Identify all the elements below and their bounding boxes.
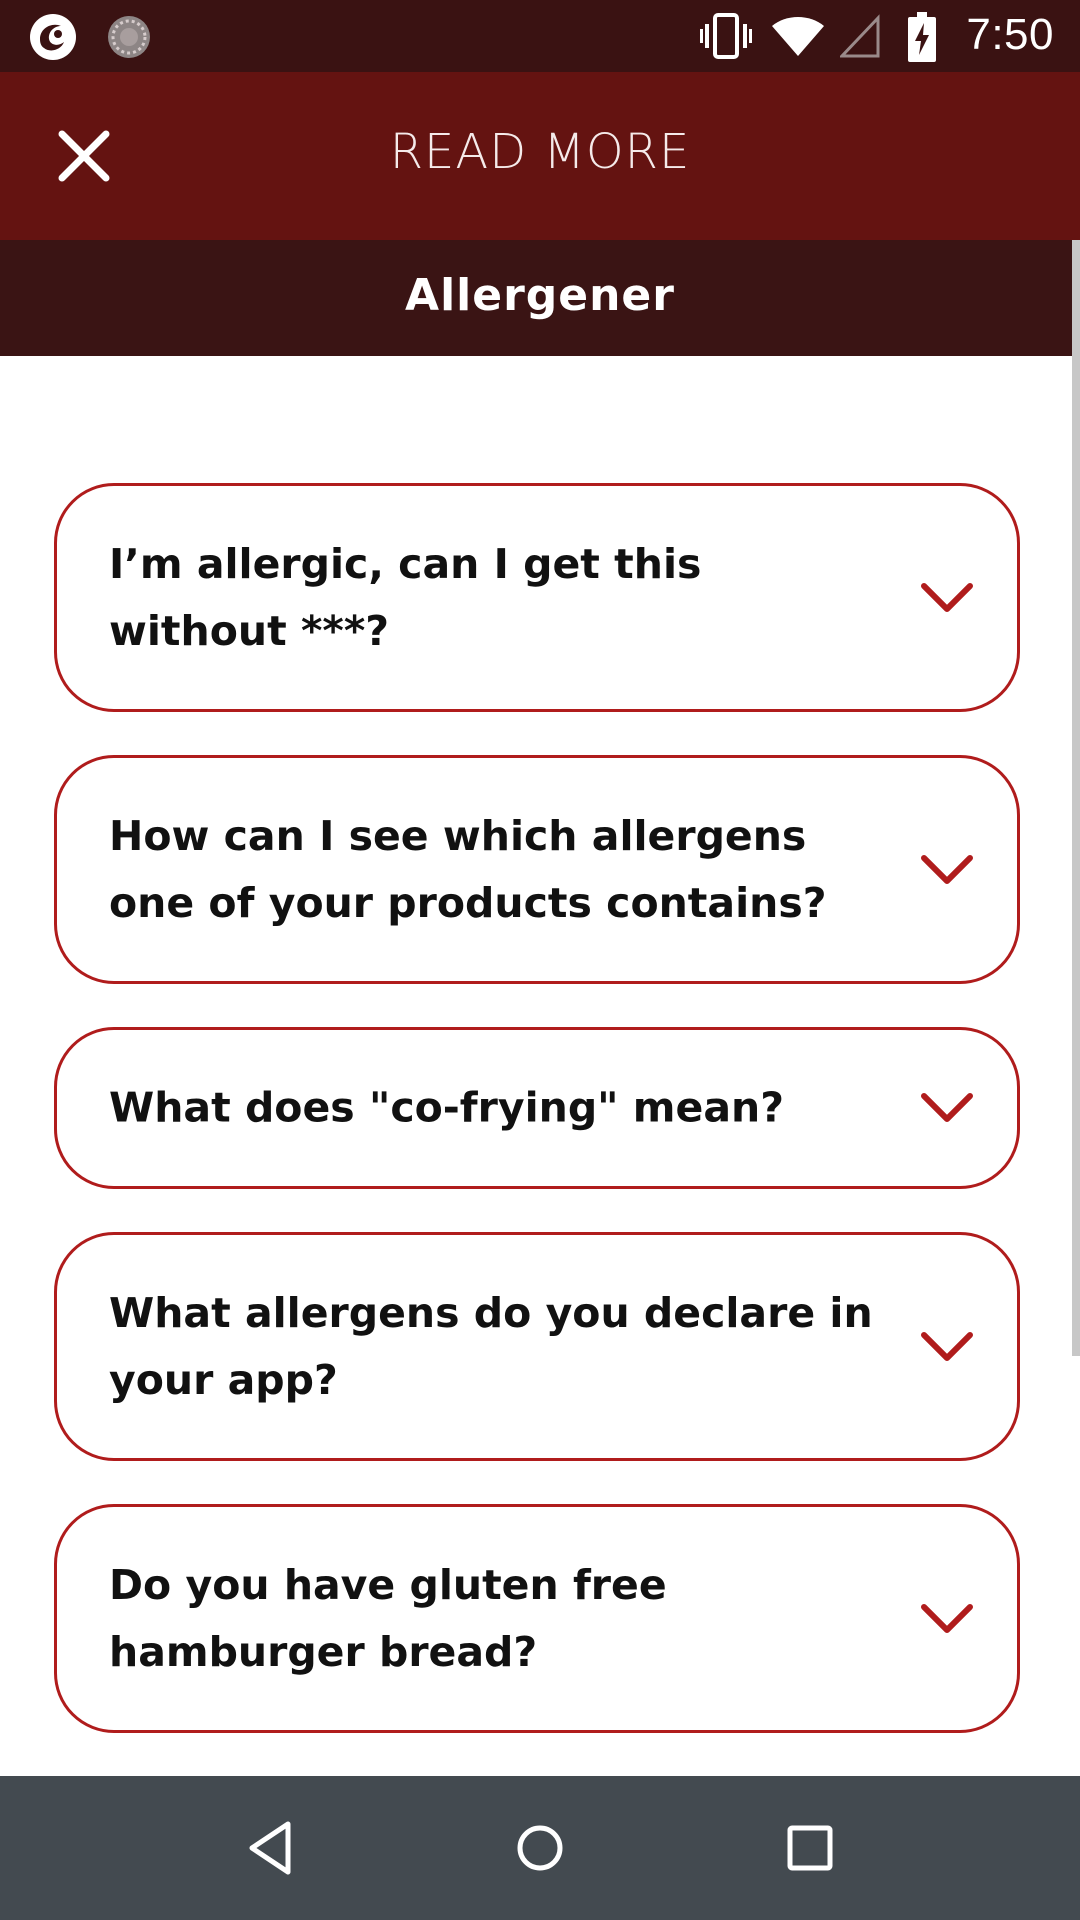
faq-question: What allergens do you declare in your ap… xyxy=(109,1288,873,1404)
back-icon[interactable] xyxy=(236,1814,304,1882)
section-title: Allergener xyxy=(405,270,675,321)
app-logo-icon xyxy=(30,14,76,60)
vibrate-icon xyxy=(700,13,752,59)
chevron-down-icon xyxy=(921,854,973,884)
wifi-icon xyxy=(772,17,824,56)
chevron-down-icon xyxy=(921,582,973,612)
home-icon[interactable] xyxy=(506,1814,574,1882)
status-time: 7:50 xyxy=(966,10,1054,59)
faq-item[interactable]: What does "co-frying" mean? xyxy=(54,1027,1020,1189)
faq-question: What does "co-frying" mean? xyxy=(109,1083,784,1132)
battery-charging-icon xyxy=(908,12,936,62)
status-bar: 7:50 xyxy=(0,0,1080,72)
faq-item[interactable]: I’m allergic, can I get this without ***… xyxy=(54,483,1020,712)
faq-question: I’m allergic, can I get this without ***… xyxy=(109,539,702,655)
faq-item[interactable]: Do you have gluten free hamburger bread? xyxy=(54,1504,1020,1733)
faq-item[interactable]: How can I see which allergens one of you… xyxy=(54,755,1020,984)
system-nav-bar xyxy=(0,1776,1080,1920)
chevron-down-icon xyxy=(921,1603,973,1633)
faq-question: Do you have gluten free hamburger bread? xyxy=(109,1560,667,1676)
scrollbar[interactable] xyxy=(1072,240,1080,1356)
loading-spinner-icon xyxy=(108,16,150,58)
top-app-bar: READ MORE xyxy=(0,72,1080,240)
recents-icon[interactable] xyxy=(776,1814,844,1882)
faq-item[interactable]: What allergens do you declare in your ap… xyxy=(54,1232,1020,1461)
page-title: READ MORE xyxy=(389,124,691,180)
signal-icon xyxy=(840,14,880,58)
screen: 7:50 READ MORE Allergener I’m allergic, … xyxy=(0,0,1080,1920)
chevron-down-icon xyxy=(921,1093,973,1122)
chevron-down-icon xyxy=(921,1331,973,1361)
section-banner: Allergener xyxy=(0,240,1080,356)
faq-question: How can I see which allergens one of you… xyxy=(109,811,827,927)
